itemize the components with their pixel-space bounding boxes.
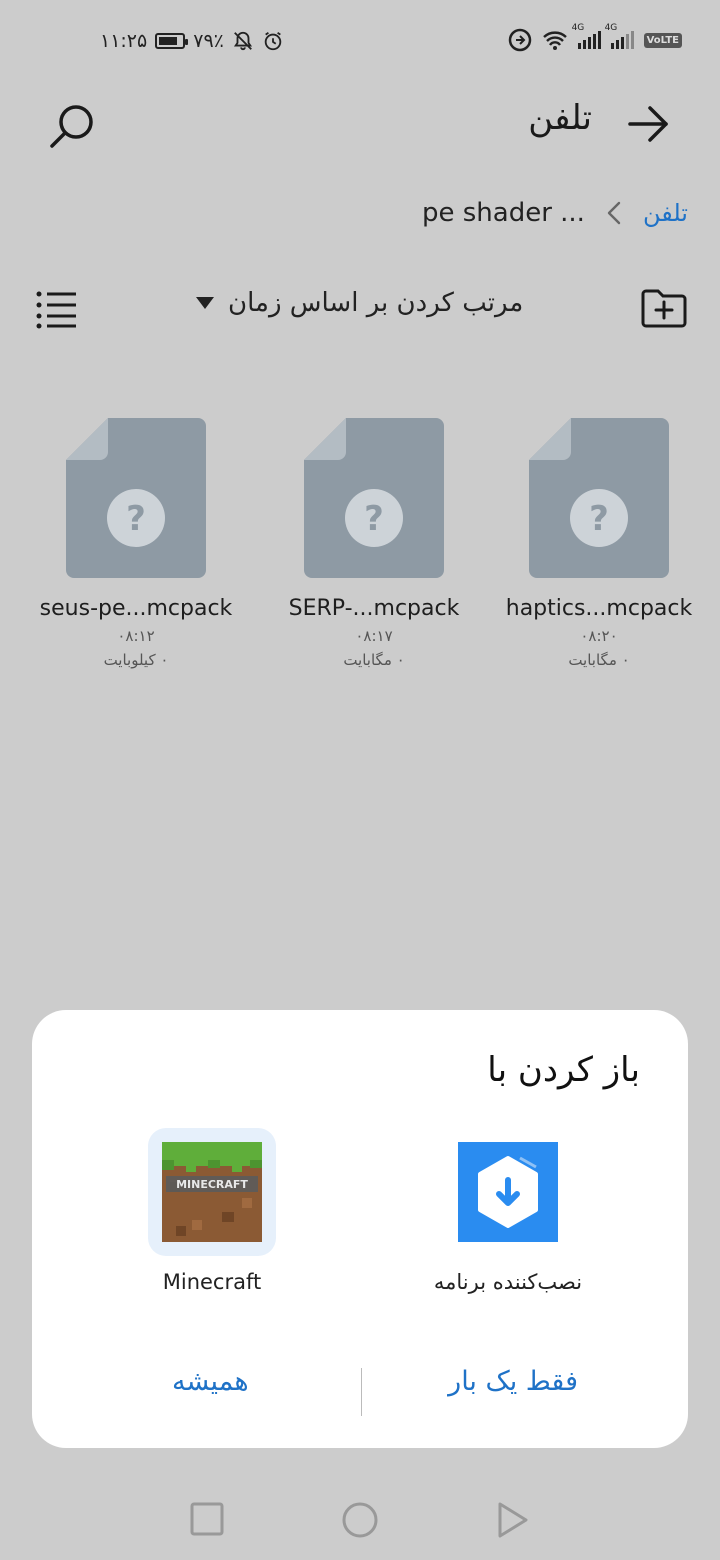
package-installer-tile <box>444 1128 572 1256</box>
always-button[interactable]: همیشه <box>172 1366 249 1397</box>
breadcrumb-root[interactable]: تلفن <box>643 199 688 227</box>
svg-text:?: ? <box>126 499 146 539</box>
circle-icon <box>342 1502 378 1538</box>
triangle-back-icon <box>498 1502 528 1538</box>
battery-icon <box>155 33 189 49</box>
file-item[interactable]: ? seus-pe...mcpack ۰۸:۱۲ ۰ کیلوبایت <box>21 418 251 669</box>
wifi-icon <box>542 31 567 50</box>
app-label: نصب‌کننده برنامه <box>433 1270 583 1294</box>
file-size: ۰ مگابایت <box>343 651 405 669</box>
minecraft-logo-text: MINECRAFT <box>176 1178 248 1191</box>
file-time: ۰۸:۲۰ <box>580 627 618 645</box>
file-size: ۰ مگابایت <box>568 651 630 669</box>
minecraft-tile: MINECRAFT <box>148 1128 276 1256</box>
arrow-right-icon <box>628 106 668 142</box>
search-icon <box>50 105 93 148</box>
notifications-off-icon <box>233 31 252 51</box>
breadcrumb-current[interactable]: pe shader ... <box>422 198 585 228</box>
square-icon <box>190 1502 224 1536</box>
unknown-file-icon: ? <box>304 418 444 578</box>
back-button[interactable] <box>624 100 672 148</box>
divider <box>361 1368 362 1416</box>
data-saver-icon <box>508 28 531 52</box>
breadcrumb: تلفن pe shader ... <box>422 198 688 228</box>
file-item[interactable]: ? SERP-...mcpack ۰۸:۱۷ ۰ مگابایت <box>259 418 489 669</box>
network-type-2: 4G <box>604 23 618 33</box>
file-size: ۰ کیلوبایت <box>103 651 169 669</box>
volte-badge: VoLTE <box>643 32 682 48</box>
app-option-package-installer[interactable]: نصب‌کننده برنامه <box>408 1128 608 1294</box>
navigation-bar <box>0 1500 720 1544</box>
file-time: ۰۸:۱۲ <box>117 627 155 645</box>
status-left: ۱۱:۲۵ ۷۹٪ <box>100 30 284 52</box>
list-view-icon <box>36 291 76 329</box>
home-button[interactable] <box>340 1500 380 1544</box>
unknown-file-icon: ? <box>529 418 669 578</box>
recents-button[interactable] <box>190 1500 224 1544</box>
search-button[interactable] <box>46 100 98 152</box>
signal-2-icon: 4G <box>605 23 634 49</box>
alarm-icon <box>264 31 282 51</box>
network-type-1: 4G <box>571 23 585 33</box>
sheet-title: باز کردن با <box>487 1050 640 1090</box>
status-bar: ۱۱:۲۵ ۷۹٪ 4G 4G VoLTE <box>0 22 720 62</box>
minecraft-icon: MINECRAFT <box>162 1142 262 1242</box>
new-folder-icon <box>641 289 687 328</box>
app-option-minecraft[interactable]: MINECRAFT Minecraft <box>112 1128 312 1294</box>
package-installer-icon <box>458 1142 558 1242</box>
app-label: Minecraft <box>162 1270 262 1294</box>
file-item[interactable]: ? haptics...mcpack ۰۸:۲۰ ۰ مگابایت <box>484 418 714 669</box>
chevron-left-icon <box>607 201 621 225</box>
open-with-sheet: باز کردن با نصب‌کننده برنامه <box>32 1010 688 1448</box>
just-once-button[interactable]: فقط یک بار <box>448 1366 578 1397</box>
new-folder-button[interactable] <box>640 286 688 330</box>
svg-text:?: ? <box>589 499 609 539</box>
sort-dropdown[interactable]: مرتب کردن بر اساس زمان <box>196 288 523 318</box>
file-name: SERP-...mcpack <box>288 596 460 621</box>
battery-percent: ۷۹٪ <box>193 30 224 52</box>
signal-1-icon: 4G <box>572 23 601 49</box>
caret-down-icon <box>196 297 214 309</box>
file-name: seus-pe...mcpack <box>39 596 233 621</box>
back-nav-button[interactable] <box>494 1500 530 1544</box>
status-right: 4G 4G VoLTE <box>508 23 682 52</box>
sort-label: مرتب کردن بر اساس زمان <box>228 288 524 318</box>
page-title: تلفن <box>528 98 592 138</box>
file-time: ۰۸:۱۷ <box>355 627 393 645</box>
file-name: haptics...mcpack <box>505 596 693 621</box>
unknown-file-icon: ? <box>66 418 206 578</box>
status-time: ۱۱:۲۵ <box>100 30 148 52</box>
svg-text:?: ? <box>364 499 384 539</box>
battery-fill <box>159 37 177 45</box>
view-mode-button[interactable] <box>34 290 80 330</box>
